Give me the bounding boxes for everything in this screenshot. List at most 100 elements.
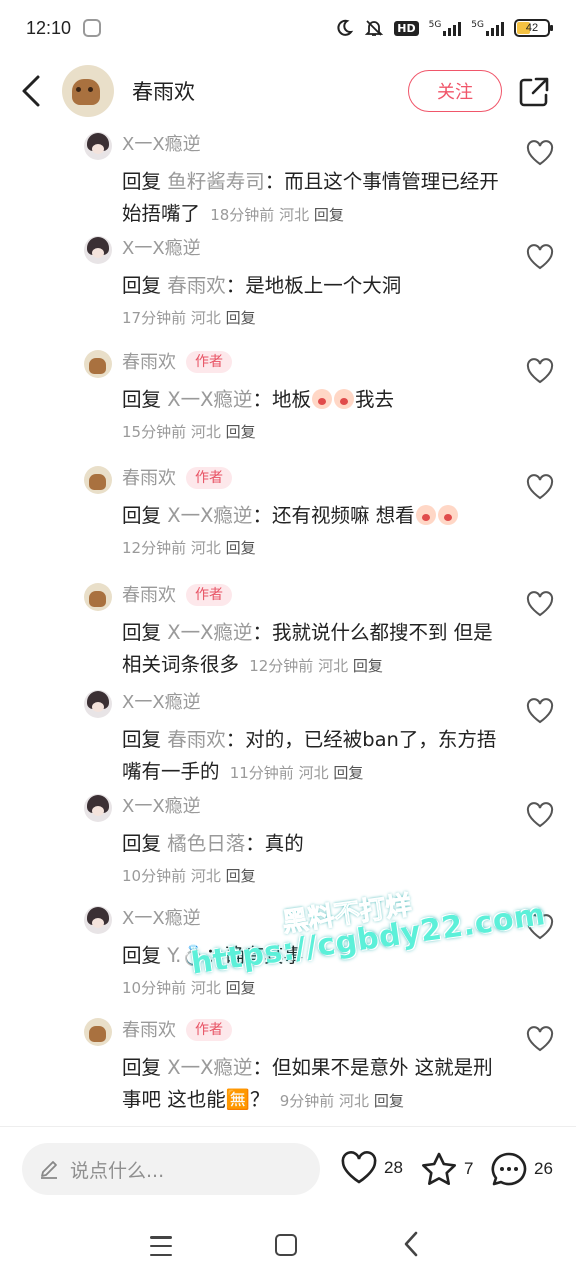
commenter-name[interactable]: X一X瘾逆 (122, 132, 201, 158)
heart-icon[interactable] (526, 698, 554, 724)
recent-apps-button[interactable] (150, 1236, 172, 1256)
reply-button[interactable]: 回复 (353, 657, 383, 675)
share-button[interactable] (516, 74, 552, 110)
comment-meta: 17分钟前 河北 回复 (122, 302, 502, 334)
comment-time: 12分钟前 (249, 657, 314, 675)
like-button[interactable]: 28 (340, 1151, 403, 1185)
comment-text: 回复 春雨欢：对的，已经被ban了，东方捂嘴有一手的 11分钟前 河北 回复 (122, 724, 502, 789)
author-badge: 作者 (186, 467, 232, 489)
follow-button[interactable]: 关注 (408, 70, 502, 112)
reply-button[interactable]: 回复 (374, 1092, 404, 1110)
author-badge: 作者 (186, 1019, 232, 1041)
battery-level: 42 (525, 22, 539, 34)
comment-content: ：是地板上一个大洞 (225, 274, 402, 297)
scream-emoji-icon (437, 505, 458, 525)
reply-target[interactable]: 春雨欢 (167, 274, 226, 297)
commenter-name[interactable]: 春雨欢 (122, 585, 176, 606)
commenter-name[interactable]: 春雨欢 (122, 352, 176, 373)
commenter-avatar[interactable] (84, 466, 112, 494)
battery-icon: 42 (514, 19, 553, 37)
reply-target[interactable]: X一X瘾逆 (167, 1056, 252, 1079)
network-label-2: 5G (471, 20, 484, 30)
comment-button[interactable]: 26 (490, 1151, 553, 1187)
favorite-button[interactable]: 7 (420, 1151, 473, 1187)
comment-location: 河北 (190, 309, 221, 327)
system-nav-bar (0, 1216, 576, 1280)
reply-target[interactable]: 春雨欢 (167, 728, 226, 751)
network-label-1: 5G (428, 20, 442, 30)
comment-content: ：确有其事 (205, 944, 304, 967)
reply-button[interactable]: 回复 (314, 206, 344, 224)
comment-input-placeholder: 说点什么... (70, 1159, 165, 1182)
commenter-name[interactable]: 春雨欢 (122, 468, 176, 489)
comment-meta: 11分钟前 河北 回复 (230, 764, 364, 782)
commenter-avatar[interactable] (84, 690, 112, 718)
reply-button[interactable]: 回复 (226, 309, 256, 327)
heart-icon[interactable] (526, 244, 554, 270)
reply-button[interactable]: 回复 (226, 979, 256, 997)
comment-text: 回复 X一X瘾逆：但如果不是意外 这就是刑事吧 这也能🈚？ 9分钟前 河北 回复 (122, 1052, 502, 1117)
comment-content: ：还有视频嘛 想看 (252, 504, 415, 527)
star-icon (422, 1152, 456, 1185)
heart-icon[interactable] (526, 140, 554, 166)
comment-location: 河北 (190, 423, 221, 441)
reply-target[interactable]: 橘色日落 (167, 832, 245, 855)
reply-prefix: 回复 (122, 621, 162, 644)
commenter-name[interactable]: 春雨欢 (122, 1020, 176, 1041)
comment-count: 26 (534, 1159, 553, 1178)
reply-target[interactable]: X一X瘾逆 (167, 621, 252, 644)
reply-prefix: 回复 (122, 944, 162, 967)
author-name[interactable]: 春雨欢 (132, 76, 195, 106)
author-avatar[interactable] (62, 65, 114, 117)
comment-text: 回复 Y.💍：确有其事 10分钟前 河北 回复 (122, 940, 502, 1004)
comment-meta: 15分钟前 河北 回复 (122, 416, 502, 448)
commenter-name[interactable]: X一X瘾逆 (122, 690, 201, 716)
comment-location: 河北 (298, 764, 329, 782)
commenter-avatar[interactable] (84, 794, 112, 822)
heart-icon[interactable] (526, 802, 554, 828)
reply-button[interactable]: 回复 (226, 539, 256, 557)
heart-icon[interactable] (526, 358, 554, 384)
reply-prefix: 回复 (122, 1056, 162, 1079)
comment-time: 15分钟前 (122, 423, 187, 441)
reply-prefix: 回复 (122, 388, 162, 411)
commenter-avatar[interactable] (84, 132, 112, 160)
commenter-avatar[interactable] (84, 906, 112, 934)
back-button[interactable] (0, 56, 62, 126)
reply-target[interactable]: 鱼籽酱寿司 (167, 170, 265, 193)
heart-icon[interactable] (526, 914, 554, 940)
reply-target[interactable]: X一X瘾逆 (167, 504, 252, 527)
commenter-name-row: 春雨欢 作者 (122, 350, 232, 376)
reply-target[interactable]: Y.💍 (167, 944, 205, 967)
post-header: 春雨欢 关注 (0, 56, 576, 126)
scream-emoji-icon (311, 389, 332, 409)
pen-icon (41, 1161, 57, 1179)
comment-input[interactable]: 说点什么... (22, 1143, 320, 1195)
heart-icon[interactable] (526, 591, 554, 617)
commenter-name[interactable]: X一X瘾逆 (122, 794, 201, 820)
comment-meta: 10分钟前 河北 回复 (122, 860, 502, 892)
reply-button[interactable]: 回复 (226, 423, 256, 441)
commenter-name[interactable]: X一X瘾逆 (122, 236, 201, 262)
status-bar: 12:10 HD 5G 5G 42 (0, 0, 576, 56)
heart-icon[interactable] (526, 474, 554, 500)
reply-button[interactable]: 回复 (226, 867, 256, 885)
author-badge: 作者 (186, 351, 232, 373)
commenter-avatar[interactable] (84, 236, 112, 264)
bottom-action-bar: 说点什么... 28 7 26 (0, 1126, 576, 1216)
heart-icon[interactable] (526, 1026, 554, 1052)
home-button[interactable] (275, 1234, 297, 1256)
commenter-avatar[interactable] (84, 1018, 112, 1046)
comment-text: 回复 X一X瘾逆：我就说什么都搜不到 但是相关词条很多 12分钟前 河北 回复 (122, 617, 502, 682)
commenter-avatar[interactable] (84, 583, 112, 611)
reply-button[interactable]: 回复 (333, 764, 363, 782)
comment-text: 回复 X一X瘾逆：地板 我去 15分钟前 河北 回复 (122, 384, 502, 448)
comment-meta: 9分钟前 河北 回复 (280, 1092, 404, 1110)
reply-target[interactable]: X一X瘾逆 (167, 388, 252, 411)
comment-meta: 10分钟前 河北 回复 (122, 972, 502, 1004)
system-back-button[interactable] (402, 1230, 420, 1265)
comment-location: 河北 (279, 206, 310, 224)
commenter-name[interactable]: X一X瘾逆 (122, 906, 201, 932)
commenter-avatar[interactable] (84, 350, 112, 378)
comment-time: 17分钟前 (122, 309, 187, 327)
